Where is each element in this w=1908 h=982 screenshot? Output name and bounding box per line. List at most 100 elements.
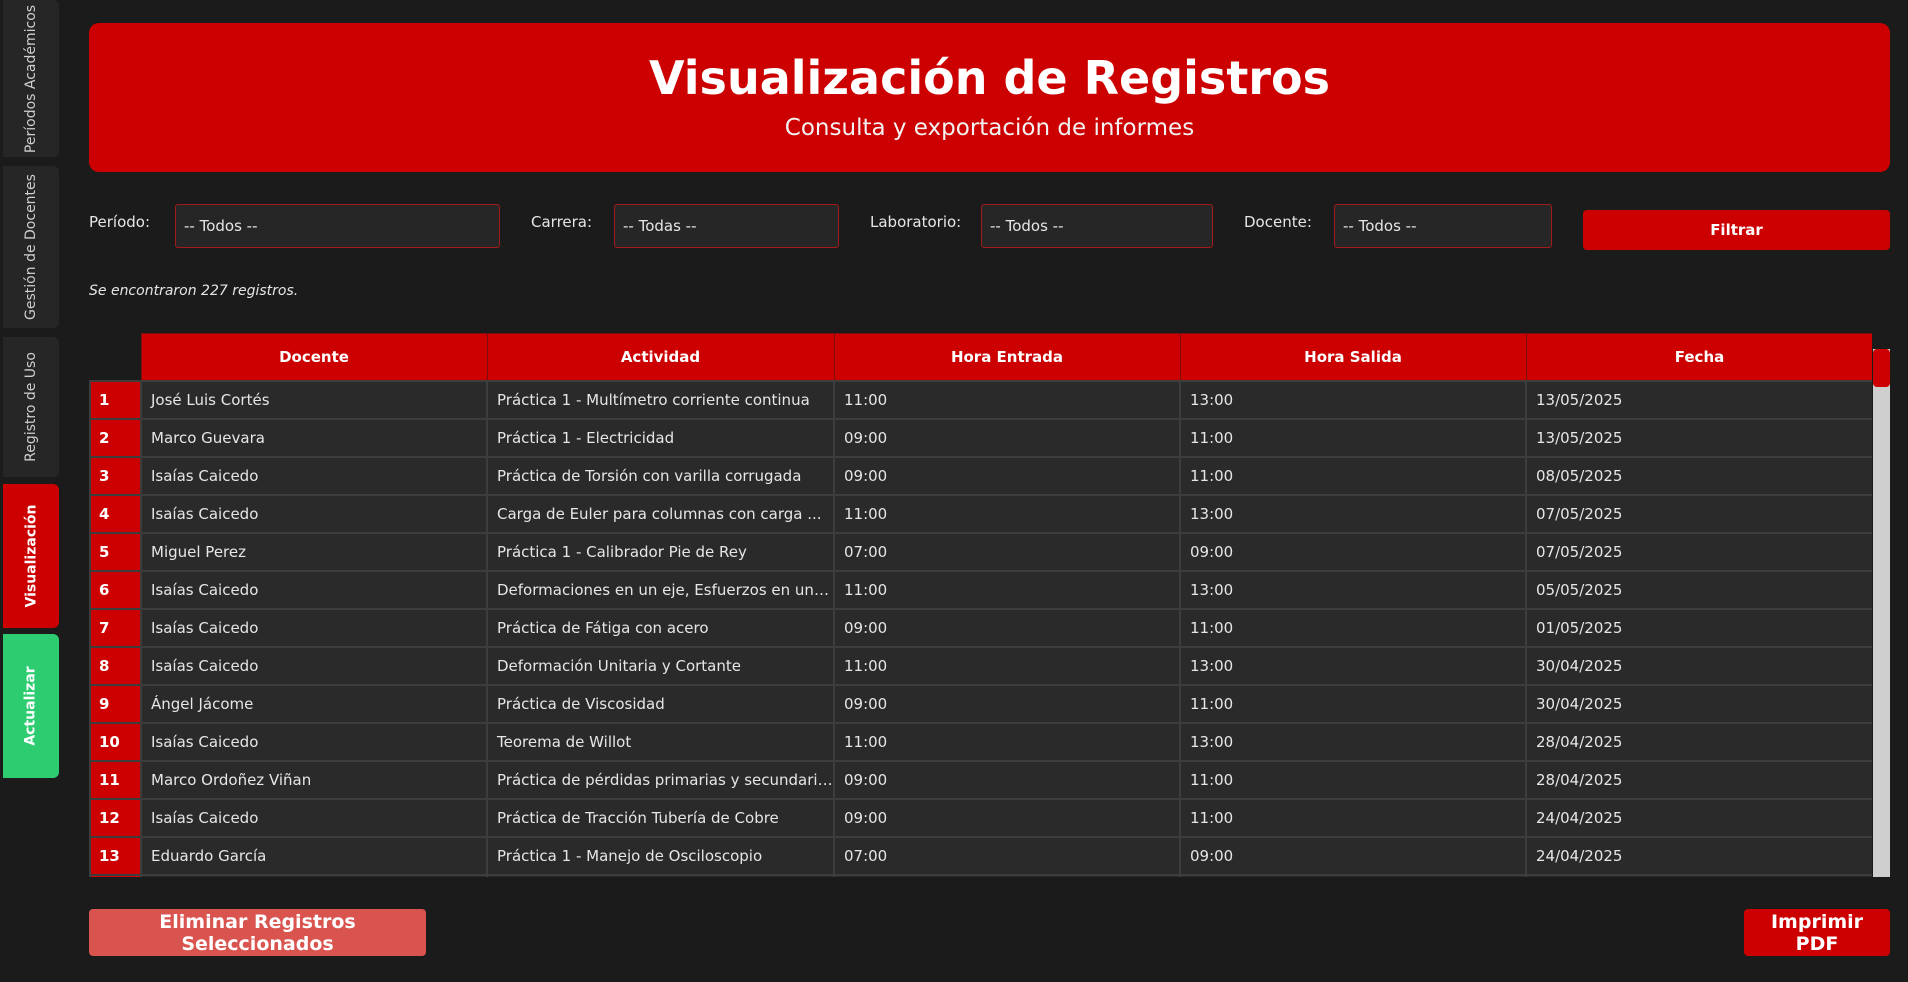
row-number[interactable]: 10: [89, 722, 142, 762]
row-number[interactable]: [89, 874, 142, 877]
cell-entrada[interactable]: 11:00: [833, 380, 1181, 420]
tab-periodos-academicos[interactable]: Períodos Académicos: [3, 0, 59, 157]
filter-button[interactable]: Filtrar: [1583, 210, 1890, 250]
cell-actividad[interactable]: Práctica de pérdidas primarias y secunda…: [486, 760, 835, 800]
cell-entrada[interactable]: 11:00: [833, 646, 1181, 686]
row-number[interactable]: 7: [89, 608, 142, 648]
column-header-hora-entrada[interactable]: Hora Entrada: [833, 333, 1181, 382]
row-number[interactable]: 1: [89, 380, 142, 420]
cell-actividad[interactable]: Práctica 1 - Calibrador Pie de Rey: [486, 532, 835, 572]
cell-fecha[interactable]: 08/05/2025: [1525, 456, 1872, 496]
table-row[interactable]: 8 Isaías Caicedo Deformación Unitaria y Co…: [89, 646, 1872, 686]
cell-salida[interactable]: 13:00: [1179, 570, 1527, 610]
cell-salida[interactable]: 13:00: [1179, 646, 1527, 686]
column-header-hora-salida[interactable]: Hora Salida: [1179, 333, 1527, 382]
cell-actividad[interactable]: Práctica de Viscosidad: [486, 684, 835, 724]
cell-fecha[interactable]: 07/05/2025: [1525, 532, 1872, 572]
tab-gestion-docentes[interactable]: Gestión de Docentes: [3, 166, 59, 328]
table-row[interactable]: 2 Marco Guevara Práctica 1 - Electricidad 0…: [89, 418, 1872, 458]
cell-actividad[interactable]: Deformaciones en un eje, Esfuerzos en un…: [486, 570, 835, 610]
cell-docente[interactable]: Isaías Caicedo: [140, 570, 488, 610]
row-number[interactable]: 4: [89, 494, 142, 534]
cell-docente[interactable]: Isaías Caicedo: [140, 456, 488, 496]
cell-salida[interactable]: 11:00: [1179, 608, 1527, 648]
cell-fecha[interactable]: 24/04/2025: [1525, 836, 1872, 876]
carrera-select[interactable]: -- Todas --: [614, 204, 839, 248]
cell-actividad[interactable]: Teorema de Willot: [486, 722, 835, 762]
cell-fecha[interactable]: 30/04/2025: [1525, 684, 1872, 724]
table-row[interactable]: 10 Isaías Caicedo Teorema de Willot 11:00 13…: [89, 722, 1872, 762]
column-header-actividad[interactable]: Actividad: [486, 333, 835, 382]
table-row[interactable]: 6 Isaías Caicedo Deformaciones en un eje, …: [89, 570, 1872, 610]
cell-fecha[interactable]: 07/05/2025: [1525, 494, 1872, 534]
cell-entrada[interactable]: 07:00: [833, 532, 1181, 572]
delete-selected-button[interactable]: Eliminar Registros Seleccionados: [89, 909, 426, 956]
cell-salida[interactable]: [1179, 874, 1527, 877]
cell-fecha[interactable]: 05/05/2025: [1525, 570, 1872, 610]
periodo-select[interactable]: -- Todos --: [175, 204, 500, 248]
cell-fecha[interactable]: 01/05/2025: [1525, 608, 1872, 648]
cell-entrada[interactable]: [833, 874, 1181, 877]
cell-salida[interactable]: 13:00: [1179, 722, 1527, 762]
cell-docente[interactable]: Miguel Perez: [140, 532, 488, 572]
cell-docente[interactable]: Marco Guevara: [140, 418, 488, 458]
cell-fecha[interactable]: 24/04/2025: [1525, 798, 1872, 838]
table-row[interactable]: [89, 874, 1872, 877]
cell-actividad[interactable]: Práctica de Tracción Tubería de Cobre: [486, 798, 835, 838]
refresh-button[interactable]: Actualizar: [3, 634, 59, 778]
cell-actividad[interactable]: Carga de Euler para columnas con carga .…: [486, 494, 835, 534]
cell-actividad[interactable]: Práctica de Fátiga con acero: [486, 608, 835, 648]
cell-fecha[interactable]: [1525, 874, 1872, 877]
cell-entrada[interactable]: 07:00: [833, 836, 1181, 876]
cell-actividad[interactable]: [486, 874, 835, 877]
cell-entrada[interactable]: 11:00: [833, 494, 1181, 534]
cell-entrada[interactable]: 09:00: [833, 760, 1181, 800]
print-pdf-button[interactable]: Imprimir PDF: [1744, 909, 1890, 956]
cell-actividad[interactable]: Práctica 1 - Manejo de Osciloscopio: [486, 836, 835, 876]
row-number[interactable]: 9: [89, 684, 142, 724]
table-scrollbar[interactable]: [1873, 349, 1890, 877]
cell-actividad[interactable]: Práctica 1 - Multímetro corriente contin…: [486, 380, 835, 420]
cell-salida[interactable]: 11:00: [1179, 760, 1527, 800]
cell-salida[interactable]: 11:00: [1179, 684, 1527, 724]
table-row[interactable]: 4 Isaías Caicedo Carga de Euler para colum…: [89, 494, 1872, 534]
table-row[interactable]: 3 Isaías Caicedo Práctica de Torsión con v…: [89, 456, 1872, 496]
cell-docente[interactable]: Ángel Jácome: [140, 684, 488, 724]
table-row[interactable]: 5 Miguel Perez Práctica 1 - Calibrador Pie…: [89, 532, 1872, 572]
cell-docente[interactable]: Isaías Caicedo: [140, 494, 488, 534]
table-row[interactable]: 12 Isaías Caicedo Práctica de Tracción Tub…: [89, 798, 1872, 838]
cell-docente[interactable]: Isaías Caicedo: [140, 722, 488, 762]
tab-visualizacion[interactable]: Visualización: [3, 484, 59, 628]
row-number[interactable]: 12: [89, 798, 142, 838]
cell-fecha[interactable]: 30/04/2025: [1525, 646, 1872, 686]
table-row[interactable]: 13 Eduardo García Práctica 1 - Manejo de O…: [89, 836, 1872, 876]
cell-docente[interactable]: Isaías Caicedo: [140, 798, 488, 838]
row-number[interactable]: 3: [89, 456, 142, 496]
cell-entrada[interactable]: 09:00: [833, 684, 1181, 724]
cell-fecha[interactable]: 28/04/2025: [1525, 722, 1872, 762]
scrollbar-thumb[interactable]: [1873, 349, 1890, 387]
row-number[interactable]: 8: [89, 646, 142, 686]
cell-actividad[interactable]: Práctica 1 - Electricidad: [486, 418, 835, 458]
cell-docente[interactable]: Isaías Caicedo: [140, 646, 488, 686]
cell-salida[interactable]: 13:00: [1179, 380, 1527, 420]
cell-docente[interactable]: Isaías Caicedo: [140, 608, 488, 648]
row-number[interactable]: 6: [89, 570, 142, 610]
docente-select[interactable]: -- Todos --: [1334, 204, 1552, 248]
cell-entrada[interactable]: 09:00: [833, 418, 1181, 458]
column-header-docente[interactable]: Docente: [140, 333, 488, 382]
cell-docente[interactable]: [140, 874, 488, 877]
table-row[interactable]: 9 Ángel Jácome Práctica de Viscosidad 09:00…: [89, 684, 1872, 724]
tab-registro-uso[interactable]: Registro de Uso: [3, 337, 59, 477]
laboratorio-select[interactable]: -- Todos --: [981, 204, 1213, 248]
cell-docente[interactable]: Eduardo García: [140, 836, 488, 876]
cell-salida[interactable]: 11:00: [1179, 418, 1527, 458]
row-number[interactable]: 13: [89, 836, 142, 876]
cell-fecha[interactable]: 13/05/2025: [1525, 418, 1872, 458]
row-number[interactable]: 5: [89, 532, 142, 572]
table-row[interactable]: 7 Isaías Caicedo Práctica de Fátiga con ac…: [89, 608, 1872, 648]
table-row[interactable]: 1 José Luis Cortés Práctica 1 - Multímetro…: [89, 380, 1872, 420]
cell-docente[interactable]: Marco Ordoñez Viñan: [140, 760, 488, 800]
cell-actividad[interactable]: Deformación Unitaria y Cortante: [486, 646, 835, 686]
cell-entrada[interactable]: 11:00: [833, 722, 1181, 762]
